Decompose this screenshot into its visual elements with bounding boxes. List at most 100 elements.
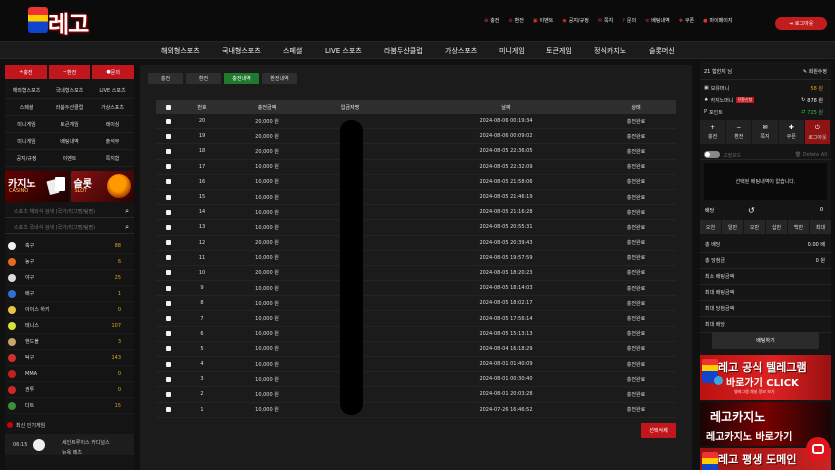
search-icon[interactable]: ⌕ [125,223,129,232]
nav-item-domestic-sports[interactable]: 국내형스포츠 [222,46,261,56]
row-checkbox[interactable] [165,285,171,291]
row-checkbox[interactable] [165,240,171,246]
amount-button[interactable]: 일만 [722,220,743,234]
category-link[interactable]: 라붐두샨클럽 [48,99,91,116]
category-link[interactable]: 토큰게임 [48,116,91,133]
nav-item-virtual-sports[interactable]: 가상스포츠 [445,46,477,56]
nav-item-token-game[interactable]: 토큰게임 [546,46,572,56]
row-checkbox[interactable] [165,346,171,352]
amount-button[interactable]: 오만 [744,220,765,234]
category-link[interactable]: 미니게임 [5,133,48,150]
tab-withdraw[interactable]: 환전 [186,73,221,84]
category-link[interactable]: 미니게임 [5,116,48,133]
tab-deposit[interactable]: 충전 [148,73,183,84]
category-link[interactable]: 출석부 [91,133,134,150]
row-checkbox[interactable] [165,148,171,154]
quick-message-button[interactable]: ✉ 쪽지 [752,120,779,144]
category-link[interactable]: 배팅내역 [48,133,91,150]
row-checkbox[interactable] [165,270,171,276]
place-bet-button[interactable]: 배팅하기 [712,332,819,349]
site-logo[interactable]: 레고 [28,5,98,38]
search-icon[interactable]: ⌕ [125,207,129,216]
sport-item-basketball[interactable]: 농구 6 [5,254,134,270]
nav-item-slot[interactable]: 슬롯머신 [649,46,675,56]
sport-item-baseball[interactable]: 야구 25 [5,270,134,286]
sport-item-tennis[interactable]: 테니스 107 [5,318,134,334]
row-checkbox[interactable] [165,164,171,170]
edit-profile-link[interactable]: ✎ 회원수정 [803,68,827,75]
inquiry-button[interactable]: ● 문의 [92,65,135,79]
quick-deposit-button[interactable]: + 충전 [700,120,727,144]
category-link[interactable]: LIVE 스포츠 [91,82,134,99]
row-checkbox[interactable] [165,391,171,397]
top-menu-inquiry[interactable]: ? 문의 [622,17,636,25]
row-checkbox[interactable] [165,376,171,382]
nav-item-live-sports[interactable]: LIVE 스포츠 [325,46,362,56]
slot-banner[interactable]: 슬롯 SLOT [70,171,134,202]
sport-item-tabletennis[interactable]: 탁구 143 [5,350,134,366]
top-menu-notice[interactable]: ◉ 공지/규정 [562,17,588,25]
sport-item-darts[interactable]: 다트 15 [5,398,134,414]
amount-button[interactable]: 십만 [766,220,787,234]
sport-item-mma[interactable]: MMA 0 [5,366,134,382]
domestic-search-input[interactable] [5,222,110,233]
top-menu-withdraw[interactable]: ⊖ 환전 [508,17,523,25]
row-checkbox[interactable] [165,118,171,124]
sport-item-soccer[interactable]: 축구 88 [5,238,134,254]
quick-coupon-button[interactable]: ✚ 쿠폰 [779,120,805,144]
nav-item-casino[interactable]: 정식카지노 [594,46,626,56]
nav-item-club[interactable]: 라붐두샨클럽 [384,46,423,56]
row-checkbox[interactable] [165,179,171,185]
nav-item-overseas-sports[interactable]: 해외형스포츠 [161,46,200,56]
category-link[interactable]: 이벤트 [48,150,91,167]
amount-button[interactable]: 오천 [700,220,721,234]
row-checkbox[interactable] [165,224,171,230]
top-menu-mypage[interactable]: ● 마이페이지 [703,17,732,25]
top-menu-bet-history[interactable]: ≡ 배팅내역 [645,17,670,25]
row-checkbox[interactable] [165,361,171,367]
select-all-checkbox[interactable] [165,104,171,110]
row-checkbox[interactable] [165,407,171,413]
top-menu-deposit[interactable]: ⊕ 충전 [484,17,499,25]
quick-logout-button[interactable]: ⏻ 로그아웃 [804,120,832,144]
category-link[interactable]: 국내형스포츠 [48,82,91,99]
row-checkbox[interactable] [165,209,171,215]
delete-selected-button[interactable]: 선택삭제 [641,423,676,438]
row-checkbox[interactable] [165,300,171,306]
top-menu-event[interactable]: ▣ 이벤트 [533,17,554,25]
sport-item-handball[interactable]: 핸드볼 3 [5,334,134,350]
tab-deposit-history[interactable]: 충전내역 [224,73,259,84]
top-menu-message[interactable]: ✉ 쪽지 [598,17,613,25]
category-link[interactable]: 공지/규정 [5,150,48,167]
category-link[interactable]: 해외형스포츠 [5,82,48,99]
quick-withdraw-button[interactable]: − 환전 [726,120,753,144]
refresh-icon[interactable]: ↻ [801,97,805,103]
popular-match[interactable]: 06:15 세인트루이스 카디널스 뉴욕 메츠 [5,434,134,456]
amount-button[interactable]: 백만 [788,220,809,234]
convert-button[interactable]: 전환신청 [735,97,755,103]
reset-icon[interactable]: ↺ [748,206,755,215]
logout-button[interactable]: ⇥ 로그아웃 [775,17,827,30]
category-link[interactable]: 가상스포츠 [91,99,134,116]
delete-all-button[interactable]: 🗑 Delete All [795,152,827,158]
telegram-promo-banner[interactable]: 레고 공식 텔레그램 바로가기 CLICK 텔레그램 채널 정보 보기 [700,355,831,400]
row-checkbox[interactable] [165,331,171,337]
casino-banner[interactable]: 카지노 CASINO [5,171,69,202]
deposit-button[interactable]: + 충전 [5,65,47,79]
sport-item-icehockey[interactable]: 아이스 하키 0 [5,302,134,318]
row-checkbox[interactable] [165,194,171,200]
row-checkbox[interactable] [165,255,171,261]
row-checkbox[interactable] [165,133,171,139]
nav-item-special[interactable]: 스페셜 [283,46,302,56]
amount-button[interactable]: 최대 [810,220,831,234]
withdraw-button[interactable]: − 환전 [48,65,91,79]
nav-item-minigame[interactable]: 미니게임 [499,46,525,56]
top-menu-coupon[interactable]: ✚ 쿠폰 [679,17,694,25]
sport-item-volleyball[interactable]: 배구 1 [5,286,134,302]
category-link[interactable]: 쪽지함 [91,150,134,167]
category-link[interactable]: 레이싱 [91,116,134,133]
fixed-mode-toggle[interactable] [704,151,720,158]
live-chat-button[interactable] [806,437,830,461]
overseas-search-input[interactable] [5,206,110,217]
category-link[interactable]: 스페셜 [5,99,48,116]
